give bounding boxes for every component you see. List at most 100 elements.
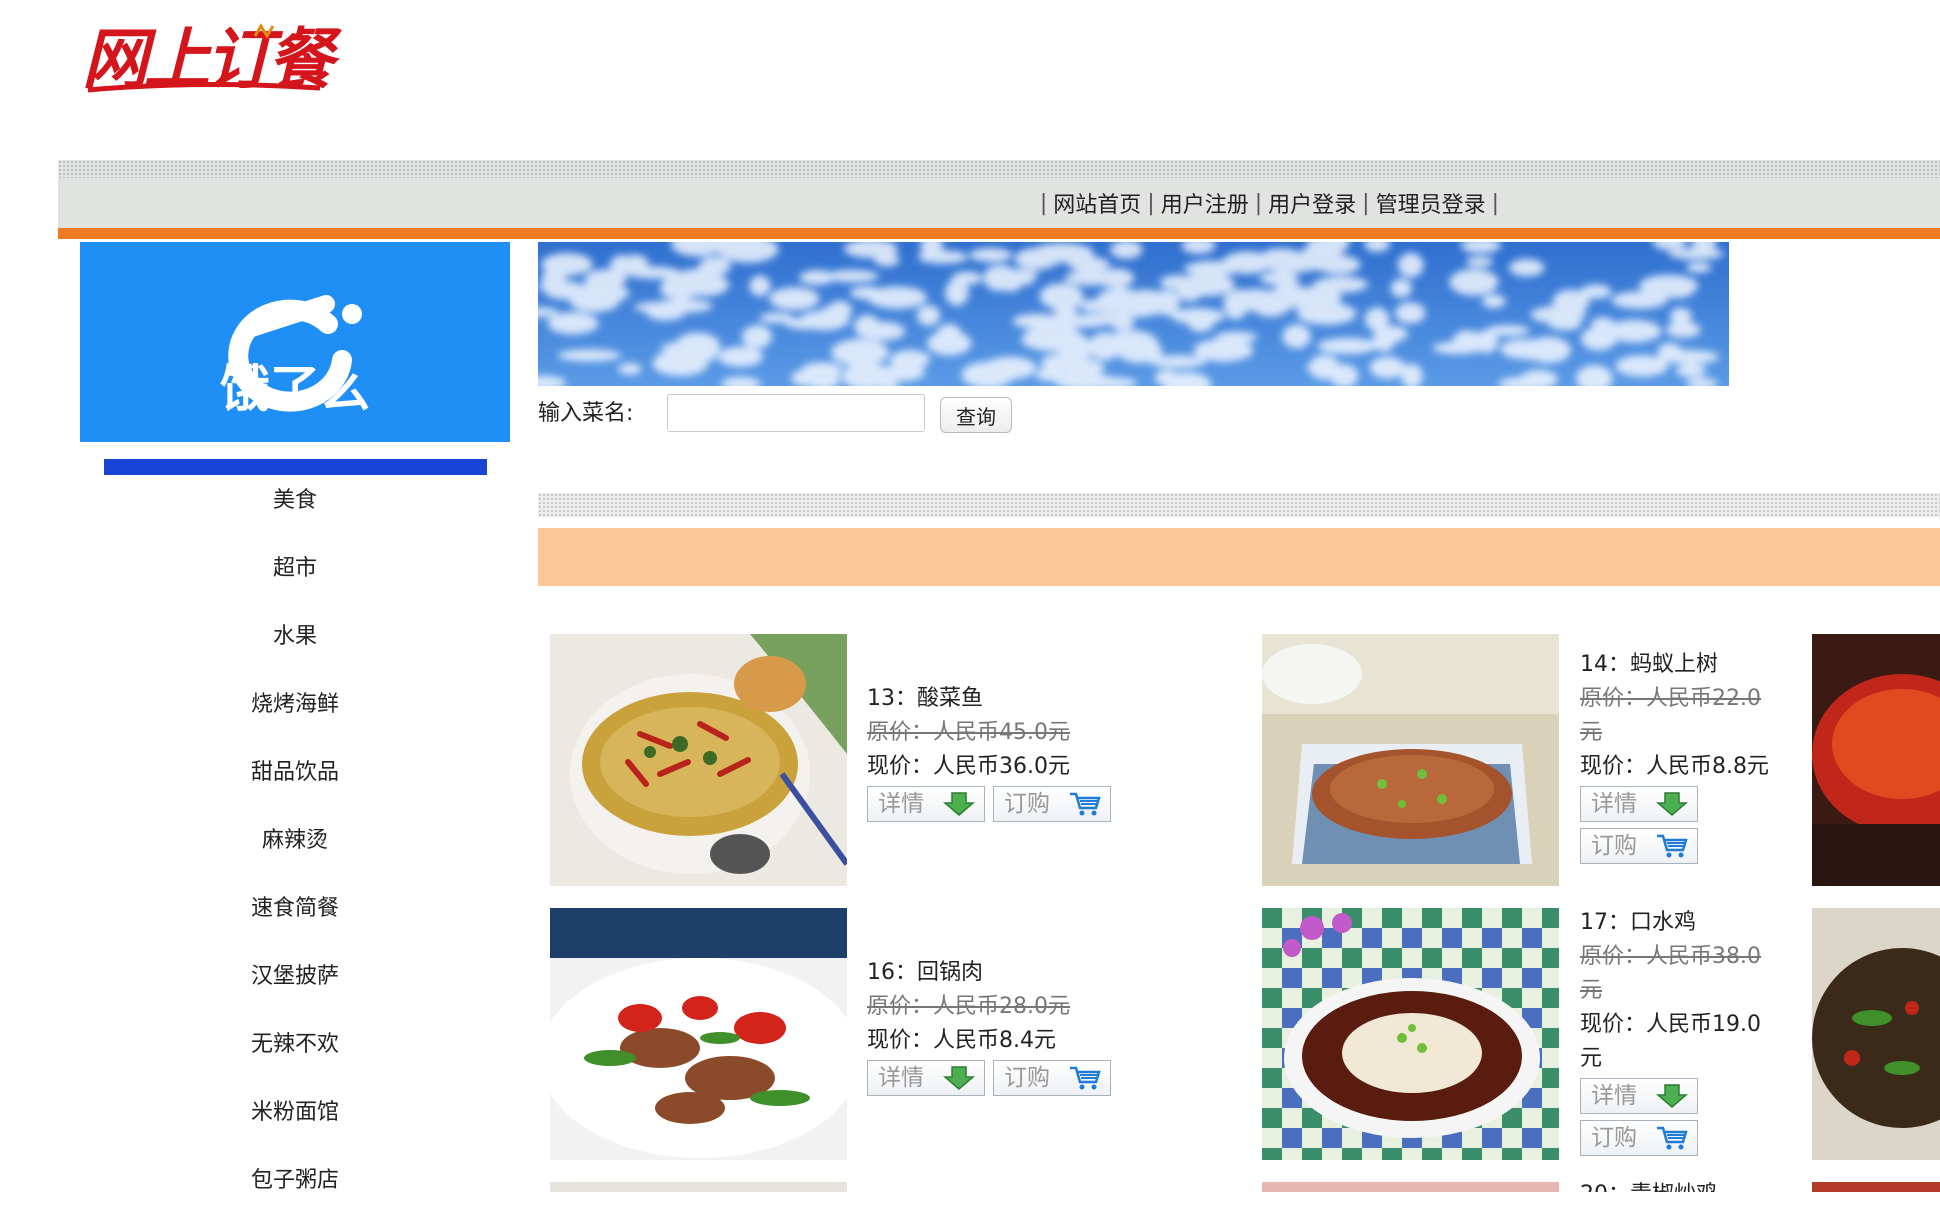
cloud-puff: [618, 363, 642, 375]
content-dotted-strip: [538, 493, 1940, 517]
cloud-puff: [741, 325, 773, 349]
cloud-puff: [916, 305, 941, 326]
nav-separator: |: [1362, 190, 1370, 216]
product-info-20-partial: 20：青椒炒鸡: [1580, 1178, 1718, 1192]
current-price: 现价：人民币19.0: [1580, 1012, 1761, 1037]
cloud-puff: [867, 286, 927, 309]
product-title: 20：青椒炒鸡: [1580, 1178, 1718, 1192]
nav-link-admin-login[interactable]: 管理员登录: [1376, 187, 1486, 219]
cloud-puff: [698, 256, 731, 276]
shopping-cart-icon: [1657, 1126, 1688, 1150]
cloud-puff: [1074, 313, 1125, 325]
cloud-puff: [547, 312, 599, 335]
cloud-puff: [799, 310, 850, 331]
top-nav: | 网站首页 | 用户注册 | 用户登录 | 管理员登录 |: [1034, 186, 1505, 220]
cloud-puff: [557, 349, 622, 362]
details-button[interactable]: 详情: [867, 1060, 985, 1096]
current-price: 现价：人民币8.4元: [867, 1028, 1056, 1053]
details-label: 详情: [1591, 791, 1637, 817]
cloud-puff: [1482, 294, 1506, 309]
cloud-puff: [1676, 364, 1707, 378]
sidebar-item-buns-porridge[interactable]: 包子粥店: [80, 1160, 510, 1228]
product-image-mayishangshu[interactable]: [1262, 634, 1559, 886]
cloud-puff: [1171, 308, 1225, 325]
cloud-puff: [769, 287, 820, 311]
product-image-partial[interactable]: [1812, 908, 1940, 1160]
product-image-partial[interactable]: [1262, 1182, 1559, 1192]
cloud-puff: [1099, 287, 1141, 315]
cloud-puff: [890, 350, 931, 370]
order-label: 订购: [1591, 833, 1637, 859]
cloud-puff: [989, 276, 1036, 286]
nav-link-user-login[interactable]: 用户登录: [1268, 187, 1356, 219]
details-label: 详情: [878, 1065, 924, 1091]
product-image-partial[interactable]: [550, 1182, 847, 1192]
cloud-puff: [1395, 302, 1426, 324]
cloud-puff: [1088, 332, 1121, 361]
product-image-partial[interactable]: [1812, 1182, 1940, 1192]
cloud-puff: [1369, 356, 1406, 379]
dish-search-input[interactable]: [667, 394, 925, 432]
cloud-puff: [951, 271, 983, 285]
eleme-logo[interactable]: 饿了么: [80, 242, 510, 442]
order-button[interactable]: 订购: [993, 786, 1111, 822]
cloud-puff: [1014, 247, 1060, 270]
cloud-puff: [917, 250, 968, 264]
cloud-puff: [1465, 256, 1494, 267]
sidebar-item-fast-food[interactable]: 速食简餐: [80, 888, 510, 956]
category-sidebar: 美食 超市 水果 烧烤海鲜 甜品饮品 麻辣烫 速食简餐 汉堡披萨 无辣不欢 米粉…: [80, 480, 510, 1228]
sidebar-item-noodles[interactable]: 米粉面馆: [80, 1092, 510, 1160]
original-price: 原价：人民币28.0元: [867, 994, 1070, 1019]
shopping-cart-icon: [1657, 834, 1688, 858]
search-button[interactable]: 查询: [940, 397, 1012, 433]
cloud-puff: [1686, 262, 1712, 273]
current-price-unit: 元: [1580, 1046, 1603, 1071]
download-arrow-icon: [942, 1066, 976, 1090]
site-logo: 网上订餐: [80, 18, 430, 98]
order-button[interactable]: 订购: [1580, 1120, 1698, 1156]
cloud-puff: [652, 351, 708, 376]
sidebar-item-fruit[interactable]: 水果: [80, 616, 510, 684]
nav-link-register[interactable]: 用户注册: [1161, 187, 1249, 219]
cloud-puff: [1317, 337, 1378, 355]
product-title: 16：回锅肉: [867, 960, 983, 985]
sidebar-item-burger-pizza[interactable]: 汉堡披萨: [80, 956, 510, 1024]
product-title: 13：酸菜鱼: [867, 686, 983, 711]
cloud-puff: [1055, 309, 1077, 334]
cloud-puff: [861, 321, 906, 341]
nav-link-home[interactable]: 网站首页: [1053, 187, 1141, 219]
cloud-puff: [1449, 268, 1499, 296]
shopping-cart-icon: [1070, 1066, 1101, 1090]
product-image-koushuiji[interactable]: [1262, 908, 1559, 1160]
product-image-partial[interactable]: [1812, 634, 1940, 886]
details-button[interactable]: 详情: [1580, 1078, 1698, 1114]
cloud-puff: [984, 356, 1037, 380]
product-image-huiguorou[interactable]: [550, 908, 847, 1160]
sidebar-item-malatang[interactable]: 麻辣烫: [80, 820, 510, 888]
download-arrow-icon: [942, 792, 976, 816]
details-label: 详情: [878, 791, 924, 817]
cloud-puff: [1611, 291, 1668, 309]
cloud-puff: [969, 247, 1013, 263]
product-image-suancaiyu[interactable]: [550, 634, 847, 886]
product-info-14: 14：蚂蚁上树 原价：人民币22.0 元 现价：人民币8.8元 详情 订购: [1580, 648, 1769, 864]
cloud-puff: [1265, 255, 1287, 270]
cloud-puff: [1116, 339, 1163, 364]
product-info-13: 13：酸菜鱼 原价：人民币45.0元 现价：人民币36.0元 详情 订购: [867, 682, 1111, 822]
cloud-puff: [680, 273, 730, 297]
sidebar-item-supermarket[interactable]: 超市: [80, 548, 510, 616]
sidebar-item-desserts-drinks[interactable]: 甜品饮品: [80, 752, 510, 820]
order-button[interactable]: 订购: [1580, 828, 1698, 864]
cloud-puff: [1068, 256, 1110, 273]
cloud-puff: [1397, 252, 1424, 278]
details-button[interactable]: 详情: [867, 786, 985, 822]
nav-orange-rule: [58, 228, 1940, 239]
product-title: 17：口水鸡: [1580, 910, 1696, 935]
sidebar-item-bbq-seafood[interactable]: 烧烤海鲜: [80, 684, 510, 752]
order-label: 订购: [1004, 791, 1050, 817]
sidebar-item-food[interactable]: 美食: [80, 480, 510, 548]
cloud-puff: [1282, 324, 1311, 349]
order-button[interactable]: 订购: [993, 1060, 1111, 1096]
details-button[interactable]: 详情: [1580, 786, 1698, 822]
sidebar-item-spicy[interactable]: 无辣不欢: [80, 1024, 510, 1092]
